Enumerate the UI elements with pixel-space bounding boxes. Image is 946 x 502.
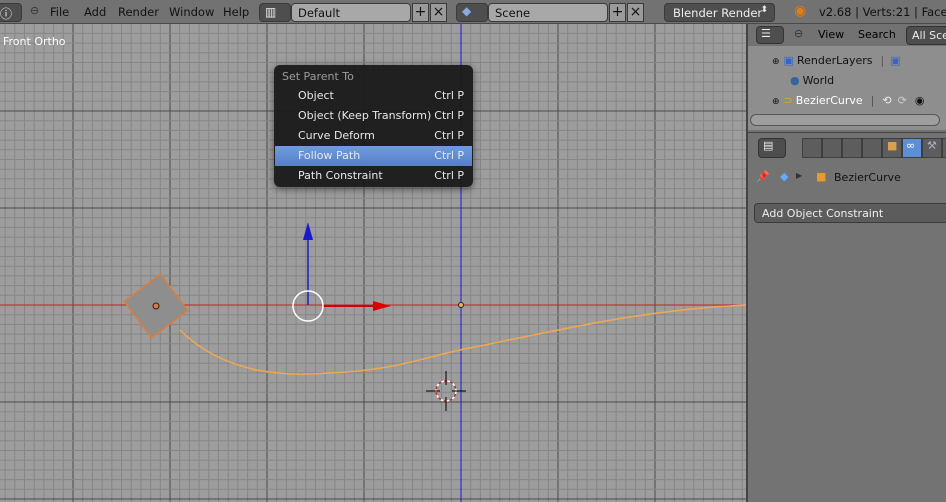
- bezier-curve: [179, 304, 746, 375]
- tab-modifiers[interactable]: ⚒: [922, 138, 942, 158]
- pin-icon[interactable]: 📌: [756, 170, 770, 183]
- outliner-row-world[interactable]: ● World: [790, 74, 834, 87]
- path-icon: ⟳: [897, 94, 907, 107]
- outliner-filter-select[interactable]: All Scenes: [906, 26, 946, 45]
- view-label: Front Ortho: [3, 35, 66, 48]
- outliner-scrollbar[interactable]: [750, 114, 940, 126]
- tab-render-layers[interactable]: [822, 138, 842, 158]
- outliner-view-menu[interactable]: View: [818, 28, 844, 41]
- menu-help[interactable]: Help: [223, 5, 249, 19]
- render-layers-icon: ▣: [890, 54, 901, 67]
- info-icon: ⓘ: [0, 7, 13, 21]
- tab-scene[interactable]: [842, 138, 862, 158]
- menu-title: Set Parent To: [282, 70, 354, 83]
- tab-world[interactable]: [862, 138, 882, 158]
- scene-field[interactable]: Scene: [488, 3, 608, 22]
- menu-file[interactable]: File: [50, 5, 69, 19]
- tab-constraints[interactable]: ∞: [902, 138, 922, 158]
- add-object-constraint-button[interactable]: Add Object Constraint: [754, 203, 946, 223]
- breadcrumb-arrow-icon: ▶: [796, 171, 803, 180]
- visibility-eye-icon: ◉: [914, 94, 925, 107]
- set-parent-menu: Set Parent To Object Ctrl P Object (Keep …: [274, 65, 473, 187]
- collapse-menu-icon[interactable]: ⊖: [30, 4, 39, 17]
- tab-data[interactable]: [942, 138, 946, 158]
- outliner-search-menu[interactable]: Search: [858, 28, 896, 41]
- object-origin: [152, 302, 160, 310]
- add-layout-button[interactable]: +: [412, 3, 429, 22]
- screen-layout-icon[interactable]: ▥: [259, 3, 291, 22]
- outliner: ⊕ ▣ RenderLayers | ▣ ● World ⊕ ⊃ BezierCurve | ⟲ ⟳…: [748, 46, 946, 130]
- properties-editor-type-icon[interactable]: ▤: [758, 138, 786, 158]
- top-header: ⓘ ⊖ File Add Render Window Help ▥ Defaul…: [0, 0, 946, 24]
- outliner-row-beziercurve[interactable]: ⊕ ⊃ BezierCurve | ⟲ ⟳ ◉: [772, 94, 924, 107]
- scene-icon[interactable]: ◆: [456, 3, 488, 22]
- menu-add[interactable]: Add: [84, 5, 106, 19]
- delete-scene-button[interactable]: ×: [627, 3, 644, 22]
- menu-window[interactable]: Window: [169, 5, 214, 19]
- link-icon: ∞: [906, 139, 916, 152]
- properties-header: ▤ ■ ∞ ⚒: [748, 132, 946, 160]
- breadcrumb-object: BezierCurve: [834, 171, 901, 184]
- properties-panel: 📌 ◆ ▶ ■ BezierCurve Add Object Constrain…: [748, 160, 946, 502]
- object-icon: ■: [816, 170, 827, 183]
- blender-logo-icon: ◉: [794, 3, 807, 19]
- tab-render[interactable]: [802, 138, 822, 158]
- scene-icon: ◆: [780, 170, 789, 183]
- menu-item-path-constraint[interactable]: Path Constraint Ctrl P: [275, 166, 472, 186]
- menu-item-follow-path[interactable]: Follow Path Ctrl P: [275, 146, 472, 166]
- stats-text: v2.68 | Verts:21 | Faces:6: [819, 5, 946, 19]
- outliner-row-renderlayers[interactable]: ⊕ ▣ RenderLayers | ▣: [772, 54, 901, 67]
- tab-object[interactable]: ■: [882, 138, 902, 158]
- manipulator-x-arrow: [373, 301, 391, 311]
- world-icon: ●: [790, 74, 800, 87]
- menu-item-object-keep-transform[interactable]: Object (Keep Transform) Ctrl P: [275, 106, 472, 126]
- wrench-icon: ⚒: [927, 139, 937, 152]
- manipulator-z-arrow: [303, 222, 313, 240]
- add-scene-button[interactable]: +: [609, 3, 626, 22]
- menu-item-object[interactable]: Object Ctrl P: [275, 86, 472, 106]
- outliner-header: ☰ ⊖ View Search All Scenes: [748, 24, 946, 46]
- editor-type-button[interactable]: ⓘ: [0, 3, 22, 22]
- render-engine-label: Blender Render: [673, 6, 763, 20]
- screen-layout-field[interactable]: Default: [291, 3, 411, 22]
- curve-icon: ⊃: [783, 94, 793, 107]
- constraint-icon: ⟲: [882, 94, 892, 107]
- render-engine-select[interactable]: Blender Render ⬍: [664, 3, 775, 22]
- menu-render[interactable]: Render: [118, 5, 159, 19]
- curve-origin: [458, 302, 464, 308]
- outliner-editor-type-icon[interactable]: ☰: [756, 26, 784, 44]
- collapse-icon[interactable]: ⊖: [794, 27, 803, 40]
- render-layers-icon: ▣: [783, 54, 794, 67]
- menu-item-curve-deform[interactable]: Curve Deform Ctrl P: [275, 126, 472, 146]
- delete-layout-button[interactable]: ×: [430, 3, 447, 22]
